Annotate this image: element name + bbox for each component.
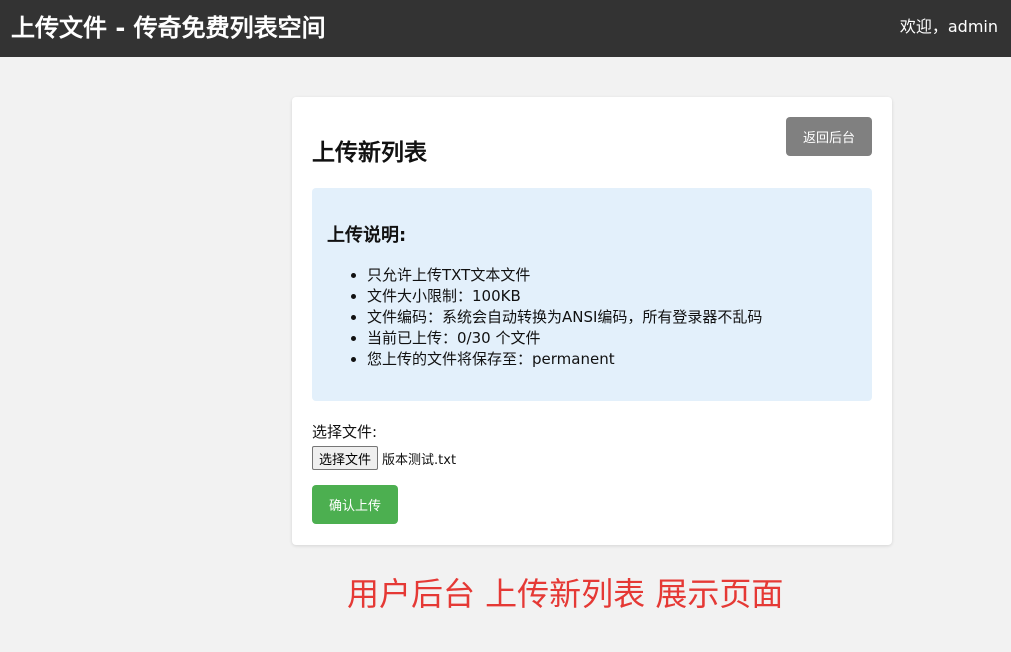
file-input: 选择文件 版本测试.txt [312,446,456,470]
file-input-label: 选择文件: [312,423,378,441]
list-item: 文件大小限制：100KB [367,286,762,307]
instructions-title: 上传说明: [327,225,407,246]
list-item: 您上传的文件将保存至：permanent [367,349,762,370]
instructions-list: 只允许上传TXT文本文件 文件大小限制：100KB 文件编码：系统会自动转换为A… [367,265,762,370]
card-title: 上传新列表 [312,140,427,166]
top-bar: 上传文件 - 传奇免费列表空间 欢迎，admin [0,0,1011,57]
list-item: 只允许上传TXT文本文件 [367,265,762,286]
page-caption: 用户后台 上传新列表 展示页面 [347,575,784,613]
upload-instructions-box: 上传说明: 只允许上传TXT文本文件 文件大小限制：100KB 文件编码：系统会… [312,188,872,401]
confirm-upload-button[interactable]: 确认上传 [312,485,398,524]
list-item: 当前已上传：0/30 个文件 [367,328,762,349]
selected-file-name: 版本测试.txt [382,452,457,468]
list-item: 文件编码：系统会自动转换为ANSI编码，所有登录器不乱码 [367,307,762,328]
upload-card: 返回后台 上传新列表 上传说明: 只允许上传TXT文本文件 文件大小限制：100… [292,97,892,545]
choose-file-button[interactable]: 选择文件 [312,446,379,470]
back-to-dashboard-button[interactable]: 返回后台 [786,117,872,156]
welcome-user-text: 欢迎，admin [899,17,998,36]
page-title: 上传文件 - 传奇免费列表空间 [11,14,326,42]
